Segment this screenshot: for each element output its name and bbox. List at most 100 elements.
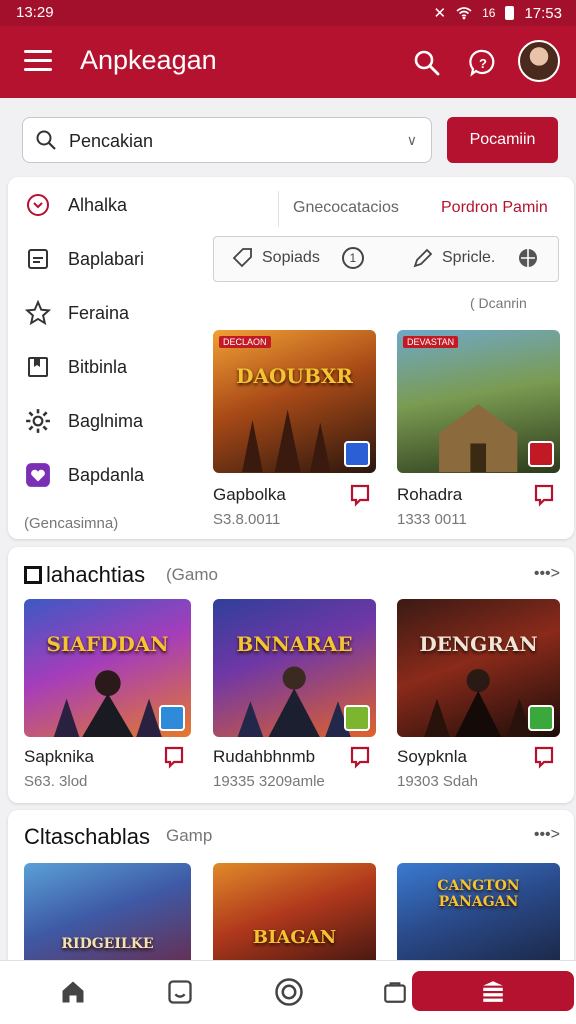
search-icon (36, 130, 56, 150)
sidebar-item-baplabari[interactable]: Baplabari (24, 239, 144, 279)
search-button[interactable]: Pocamiin (447, 117, 558, 163)
sidebar-item-label: Bitbinla (68, 356, 128, 377)
hero-figures (237, 666, 352, 737)
game-meta: 19303 Sdah (397, 773, 478, 790)
search-input[interactable]: Pencakian (69, 131, 153, 152)
game-thumbnail[interactable]: DECLAON DAOUBXR (213, 330, 376, 473)
game-meta: S3.8.0011 (213, 511, 281, 528)
gear-icon (24, 407, 52, 435)
svg-text:?: ? (479, 56, 487, 71)
count-badge: 1 (341, 247, 364, 269)
section-title: Cltaschablas (24, 824, 150, 849)
status-time: 13:29 (16, 4, 54, 21)
store-tab-active[interactable] (412, 971, 574, 1011)
signal-strength: 16 (482, 6, 496, 20)
game-art-title: RIDGEILKE (61, 935, 154, 952)
game-thumbnail[interactable]: CANGTON PANAGAN (397, 863, 560, 973)
help-bubble-icon[interactable]: ? (468, 48, 498, 78)
game-thumbnail[interactable]: SIAFDDAN (24, 599, 191, 737)
bookmark-icon[interactable] (532, 745, 556, 769)
sidebar-item-label: Feraina (68, 302, 130, 323)
platform-badge (344, 705, 370, 731)
platform-badge (344, 441, 370, 467)
game-thumbnail[interactable]: BNNARAE (213, 599, 376, 737)
more-link[interactable]: •••> (534, 826, 560, 844)
filter-bar: Sopiads 1 Spricle. (213, 236, 559, 282)
chip-spricle[interactable]: Spricle. (412, 247, 539, 269)
home-icon[interactable] (56, 975, 90, 1009)
game-art-title: SIAFDDAN (46, 632, 169, 657)
platform-badge (528, 441, 554, 467)
sidebar-item-alhalka[interactable]: Alhalka (24, 185, 127, 225)
platform-badge (528, 705, 554, 731)
section-subtitle: Gamp (166, 826, 213, 845)
battery-icon (505, 6, 515, 20)
tab-gnecocatacios[interactable]: Gnecocatacios (293, 199, 399, 217)
game-art-title: BIAGAN (252, 926, 337, 948)
menu-icon[interactable] (24, 50, 52, 72)
game-meta: 19335 3209amle (213, 773, 325, 790)
sidebar-footer: (Gencasimna) (24, 515, 119, 532)
list-icon (24, 245, 52, 273)
game-tag: DECLAON (219, 336, 271, 348)
tab-pordron-pamin[interactable]: Pordron Pamin (441, 199, 548, 217)
discover-icon[interactable] (272, 975, 306, 1009)
mute-icon: ✕ (433, 5, 447, 22)
bookmark-icon[interactable] (348, 483, 372, 507)
app-bar: Anpkeagan ? (0, 26, 576, 98)
game-name[interactable]: Sapknika (24, 747, 94, 767)
game-meta: S63. 3lod (24, 773, 88, 790)
bookmark-icon[interactable] (162, 745, 186, 769)
tab-bar: Gnecocatacios Pordron Pamin (278, 191, 568, 227)
game-name[interactable]: Rohadra (397, 485, 462, 505)
sidebar-item-bapdanla[interactable]: Bapdanla (24, 455, 144, 495)
game-thumbnail[interactable]: DEVASTAN (397, 330, 560, 473)
hero-figures (53, 670, 162, 737)
game-name[interactable]: Gapbolka (213, 485, 286, 505)
section-cltaschablas: Cltaschablas Gamp •••> RIDGEILKE BIAGAN … (8, 810, 574, 973)
hint-text: ( Dcanrin (470, 295, 527, 311)
status-clock: 17:53 (524, 4, 562, 22)
tag-icon (232, 248, 252, 268)
game-thumbnail[interactable]: BIAGAN (213, 863, 376, 973)
store-icon (483, 981, 503, 1002)
search-field[interactable]: Pencakian ∨ (22, 117, 432, 163)
game-art-title: BNNARAE (236, 632, 353, 657)
heart-icon (24, 461, 52, 489)
platform-badge (159, 705, 185, 731)
bag-icon[interactable] (378, 975, 412, 1009)
game-tag: DEVASTAN (403, 336, 459, 348)
chip-label: Sopiads (262, 249, 320, 266)
more-link[interactable]: •••> (534, 565, 560, 583)
status-icons: ✕ 16 17:53 (433, 4, 562, 23)
game-name[interactable]: Rudahbhnmb (213, 747, 315, 767)
bookmark-icon[interactable] (348, 745, 372, 769)
sidebar-item-bitbinla[interactable]: Bitbinla (24, 347, 127, 387)
chip-sopiads[interactable]: Sopiads 1 (232, 247, 364, 269)
target-icon (24, 191, 52, 219)
game-thumbnail[interactable]: DENGRAN (397, 599, 560, 737)
bottom-nav (0, 960, 576, 1024)
sidebar-item-label: Baplabari (68, 248, 145, 269)
library-icon[interactable] (163, 975, 197, 1009)
section-lahachtias: lahachtias (Gamo •••> SIAFDDAN Sapknika … (8, 547, 574, 803)
sidebar-item-label: Baglnima (68, 410, 144, 431)
sidebar-item-label: Bapdanla (68, 464, 145, 485)
game-name[interactable]: Soypknla (397, 747, 467, 767)
bookmark-icon[interactable] (532, 483, 556, 507)
chevron-down-icon[interactable]: ∨ (407, 132, 417, 149)
warrior-figures (242, 409, 332, 473)
hero-figures (424, 668, 533, 737)
wifi-icon (456, 7, 472, 20)
game-art-title: DAOUBXR (236, 364, 353, 389)
game-thumbnail[interactable]: RIDGEILKE (24, 863, 191, 973)
status-bar: 13:29 ✕ 16 17:53 (0, 0, 576, 26)
chip-label: Spricle. (442, 249, 496, 266)
search-icon[interactable] (412, 48, 442, 78)
sidebar-item-feraina[interactable]: Feraina (24, 293, 129, 333)
avatar[interactable] (518, 40, 560, 82)
app-title: Anpkeagan (80, 45, 217, 75)
globe-icon (519, 249, 538, 267)
section-square-icon (24, 566, 42, 584)
sidebar-item-baglnima[interactable]: Baglnima (24, 401, 143, 441)
